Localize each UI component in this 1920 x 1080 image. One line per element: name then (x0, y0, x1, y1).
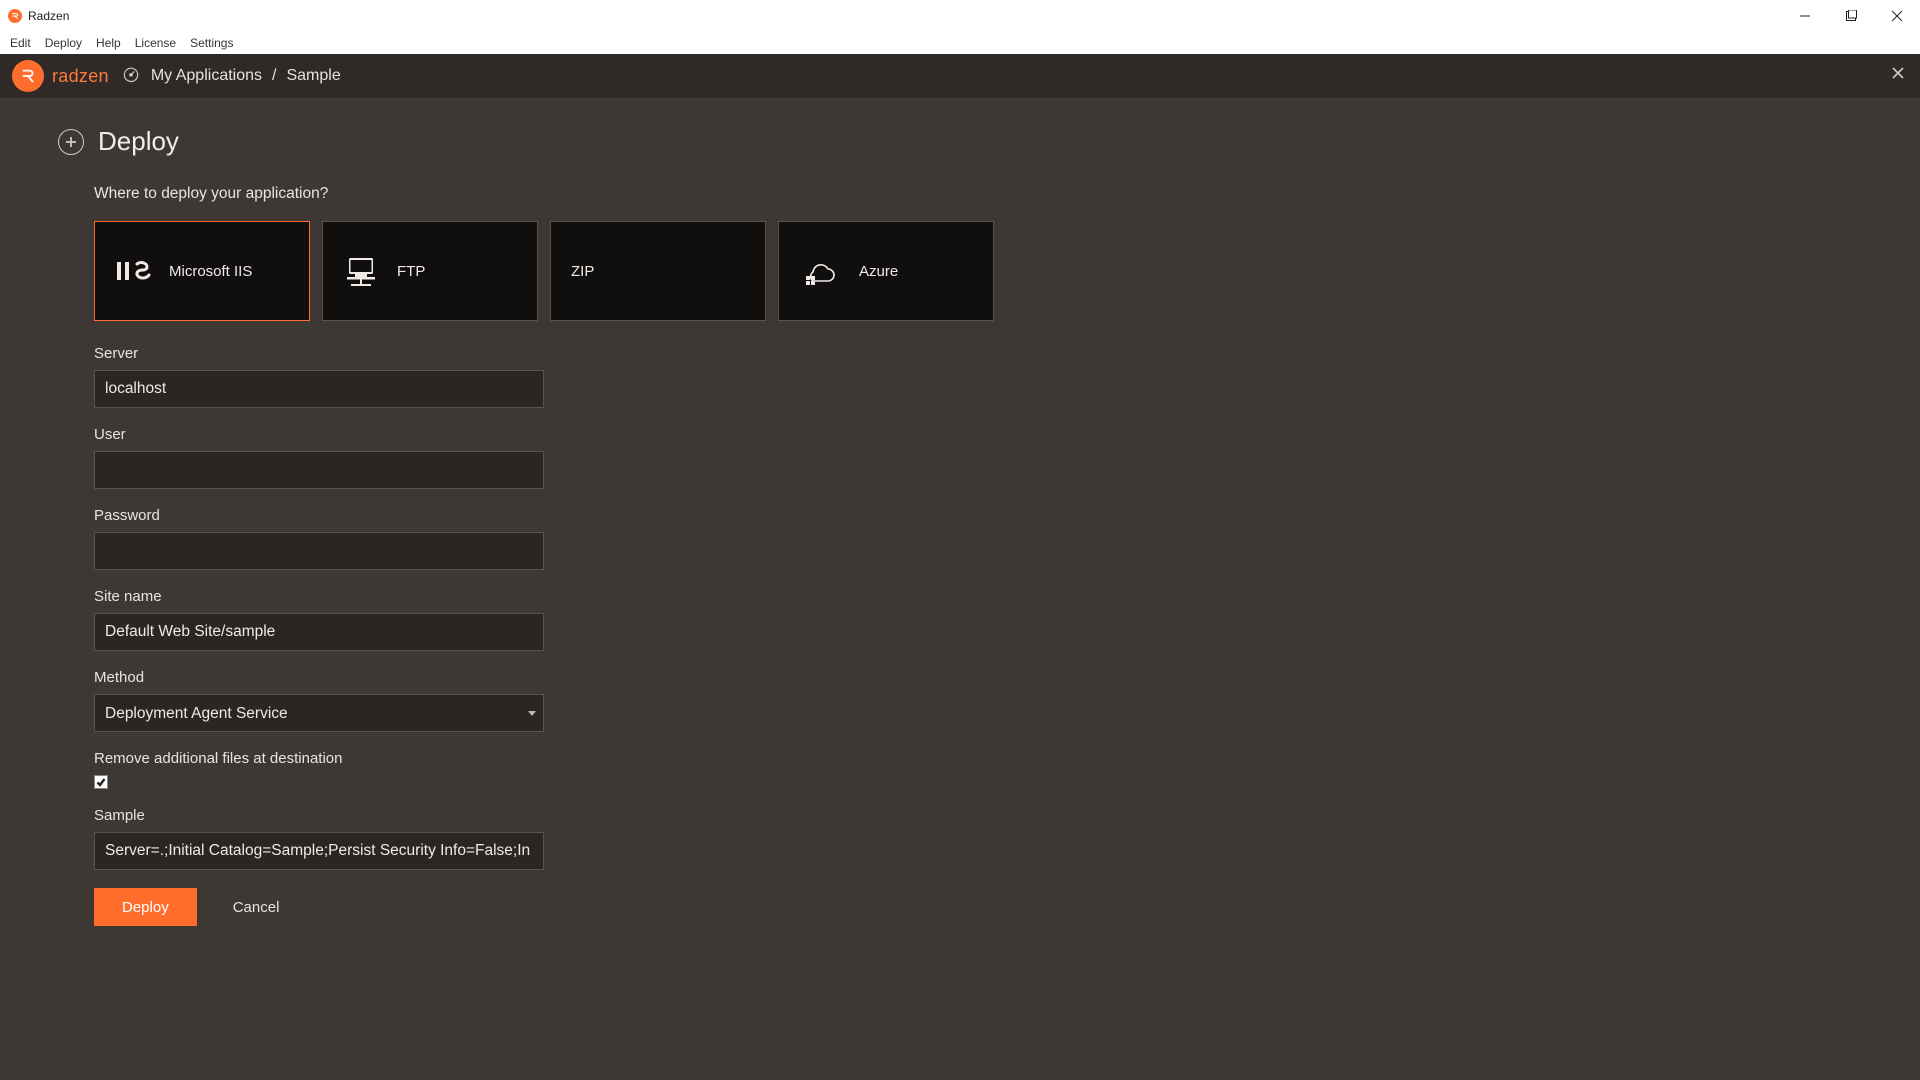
remove-files-checkbox[interactable] (94, 775, 108, 789)
sample-label: Sample (94, 807, 544, 824)
ftp-icon (341, 254, 381, 288)
target-card-zip[interactable]: ZIP (550, 221, 766, 321)
sitename-label: Site name (94, 588, 544, 605)
app-header: radzen My Applications / Sample (0, 54, 1920, 98)
dashboard-icon (121, 64, 141, 89)
window-title: Radzen (28, 9, 69, 23)
breadcrumb-root[interactable]: My Applications (151, 67, 262, 85)
deploy-button[interactable]: Deploy (94, 888, 197, 926)
breadcrumb-current[interactable]: Sample (286, 67, 340, 85)
sample-input[interactable] (94, 832, 544, 870)
target-card-azure[interactable]: Azure (778, 221, 994, 321)
server-label: Server (94, 345, 544, 362)
app-icon (8, 9, 22, 23)
deploy-prompt: Where to deploy your application? (94, 185, 1862, 203)
password-label: Password (94, 507, 544, 524)
menu-help[interactable]: Help (96, 36, 121, 50)
menu-edit[interactable]: Edit (10, 36, 31, 50)
brand-name: radzen (52, 66, 109, 87)
breadcrumb-separator: / (272, 67, 276, 85)
window-titlebar: Radzen (0, 0, 1920, 32)
method-label: Method (94, 669, 544, 686)
target-label: FTP (397, 263, 425, 280)
menu-license[interactable]: License (135, 36, 176, 50)
menu-bar: Edit Deploy Help License Settings (0, 32, 1920, 54)
target-card-ftp[interactable]: FTP (322, 221, 538, 321)
method-select[interactable]: Deployment Agent Service (94, 694, 544, 732)
target-label: Microsoft IIS (169, 263, 252, 280)
page-header: Deploy (58, 126, 1862, 157)
window-maximize-button[interactable] (1828, 0, 1874, 32)
brand: radzen (12, 60, 109, 92)
cancel-button[interactable]: Cancel (233, 899, 280, 916)
window-minimize-button[interactable] (1782, 0, 1828, 32)
window-close-button[interactable] (1874, 0, 1920, 32)
target-label: ZIP (571, 263, 594, 280)
target-card-iis[interactable]: Microsoft IIS (94, 221, 310, 321)
target-label: Azure (859, 263, 898, 280)
user-input[interactable] (94, 451, 544, 489)
menu-deploy[interactable]: Deploy (45, 36, 82, 50)
menu-settings[interactable]: Settings (190, 36, 233, 50)
brand-logo-icon (12, 60, 44, 92)
azure-icon (797, 254, 843, 288)
iis-icon (113, 256, 153, 286)
server-input[interactable] (94, 370, 544, 408)
window-controls (1782, 0, 1920, 32)
remove-files-label: Remove additional files at destination (94, 750, 544, 767)
deploy-form: Server User Password Site name Method De (94, 345, 544, 926)
password-input[interactable] (94, 532, 544, 570)
user-label: User (94, 426, 544, 443)
panel-close-button[interactable] (1892, 66, 1904, 84)
deploy-targets: Microsoft IIS FTP ZIP (94, 221, 1862, 321)
plus-circle-icon (58, 129, 84, 155)
page-title: Deploy (98, 126, 179, 157)
main-content: Deploy Where to deploy your application?… (0, 98, 1920, 1080)
sitename-input[interactable] (94, 613, 544, 651)
breadcrumb: My Applications / Sample (121, 64, 341, 89)
